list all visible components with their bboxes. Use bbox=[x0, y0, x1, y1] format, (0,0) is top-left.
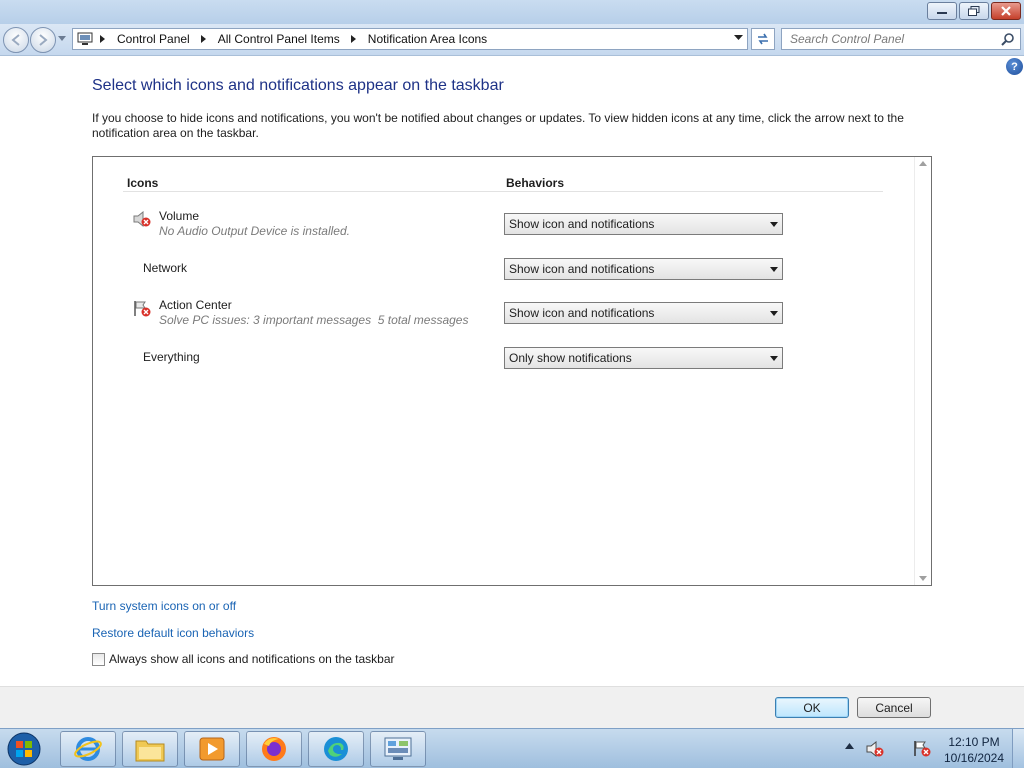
chevron-down-icon bbox=[770, 267, 778, 272]
minimize-icon bbox=[937, 12, 947, 14]
address-field[interactable]: Control Panel All Control Panel Items No… bbox=[72, 28, 748, 50]
control-panel-icon bbox=[77, 32, 93, 45]
clock-time: 12:10 PM bbox=[948, 735, 1000, 749]
restore-defaults-link[interactable]: Restore default icon behaviors bbox=[92, 626, 254, 640]
taskbar-edge[interactable] bbox=[308, 731, 364, 767]
icons-behaviors-list: Icons Behaviors Volume No Audio Output D… bbox=[92, 156, 932, 586]
minimize-button[interactable] bbox=[927, 2, 957, 20]
back-arrow-icon bbox=[11, 34, 20, 46]
search-icon[interactable] bbox=[1001, 33, 1014, 46]
recent-pages-dropdown-icon[interactable] bbox=[58, 36, 66, 42]
breadcrumb-notification-area[interactable]: Notification Area Icons bbox=[368, 32, 487, 46]
page-title: Select which icons and notifications app… bbox=[92, 77, 504, 94]
always-show-label[interactable]: Always show all icons and notifications … bbox=[109, 652, 395, 666]
ok-button[interactable]: OK bbox=[775, 697, 849, 718]
action-center-description: Solve PC issues: 3 important messages 5 … bbox=[159, 313, 469, 327]
restore-button[interactable] bbox=[959, 2, 989, 20]
volume-behavior-select[interactable]: Show icon and notifications bbox=[504, 213, 783, 235]
chevron-down-icon bbox=[770, 222, 778, 227]
address-dropdown-icon[interactable] bbox=[734, 35, 743, 41]
action-center-behavior-select[interactable]: Show icon and notifications bbox=[504, 302, 783, 324]
refresh-button[interactable] bbox=[751, 28, 775, 50]
intro-text: If you choose to hide icons and notifica… bbox=[92, 111, 904, 140]
close-icon bbox=[1001, 6, 1011, 16]
taskbar-file-explorer[interactable] bbox=[122, 731, 178, 767]
taskbar-clock[interactable]: 12:10 PM 10/16/2024 bbox=[938, 734, 1010, 766]
action-center-flag-icon bbox=[134, 301, 151, 317]
network-label: Network bbox=[143, 261, 188, 275]
chevron-down-icon bbox=[770, 356, 778, 361]
taskbar-internet-explorer[interactable] bbox=[60, 731, 116, 767]
clock-date: 10/16/2024 bbox=[943, 751, 1005, 765]
breadcrumb-separator-icon[interactable] bbox=[350, 34, 358, 44]
volume-description: No Audio Output Device is installed. bbox=[159, 224, 350, 238]
everything-label: Everything bbox=[143, 350, 200, 364]
file-explorer-icon bbox=[135, 740, 165, 762]
breadcrumb-all-items[interactable]: All Control Panel Items bbox=[218, 32, 340, 46]
breadcrumb-control-panel[interactable]: Control Panel bbox=[117, 32, 190, 46]
chevron-down-icon bbox=[770, 311, 778, 316]
vertical-scrollbar[interactable] bbox=[914, 157, 931, 585]
action-center-behavior-value: Show icon and notifications bbox=[509, 306, 655, 320]
volume-behavior-value: Show icon and notifications bbox=[509, 217, 655, 231]
tray-volume-muted-icon[interactable] bbox=[866, 741, 884, 757]
refresh-icon bbox=[758, 33, 768, 45]
search-input[interactable] bbox=[790, 32, 1000, 46]
address-toolbar: Control Panel All Control Panel Items No… bbox=[0, 24, 1024, 56]
always-show-option[interactable]: Always show all icons and notifications … bbox=[92, 652, 395, 666]
breadcrumb: Control Panel All Control Panel Items No… bbox=[117, 32, 487, 46]
start-button[interactable] bbox=[4, 732, 44, 766]
taskbar: 12:10 PM 10/16/2024 bbox=[0, 728, 1024, 768]
media-player-icon bbox=[199, 737, 225, 761]
everything-behavior-select[interactable]: Only show notifications bbox=[504, 347, 783, 369]
windows-start-icon bbox=[7, 732, 41, 766]
taskbar-control-panel[interactable] bbox=[370, 731, 426, 767]
header-divider bbox=[123, 191, 883, 192]
search-box[interactable] bbox=[781, 28, 1021, 50]
turn-system-icons-link[interactable]: Turn system icons on or off bbox=[92, 599, 236, 613]
help-button[interactable]: ? bbox=[1006, 58, 1023, 75]
volume-label: Volume bbox=[159, 209, 200, 223]
window-controls bbox=[927, 2, 1021, 20]
cancel-button[interactable]: Cancel bbox=[857, 697, 931, 718]
speaker-muted-icon bbox=[133, 211, 151, 227]
scroll-up-icon[interactable] bbox=[919, 161, 927, 166]
tray-action-center-icon[interactable] bbox=[913, 740, 931, 757]
everything-behavior-value: Only show notifications bbox=[509, 351, 632, 365]
internet-explorer-icon bbox=[74, 737, 102, 761]
network-behavior-select[interactable]: Show icon and notifications bbox=[504, 258, 783, 280]
help-icon: ? bbox=[1011, 60, 1018, 73]
forward-button[interactable] bbox=[30, 27, 56, 53]
behaviors-column-header: Behaviors bbox=[506, 176, 565, 190]
restore-icon bbox=[968, 6, 980, 16]
control-panel-icon bbox=[384, 737, 412, 760]
show-hidden-icons-icon[interactable] bbox=[845, 743, 854, 749]
edge-icon bbox=[324, 737, 348, 761]
icons-column-header: Icons bbox=[127, 176, 159, 190]
taskbar-media-player[interactable] bbox=[184, 731, 240, 767]
back-button[interactable] bbox=[3, 27, 29, 53]
forward-arrow-icon bbox=[39, 34, 48, 46]
title-bar bbox=[0, 0, 1024, 24]
breadcrumb-separator-icon bbox=[100, 35, 105, 43]
action-center-label: Action Center bbox=[159, 298, 232, 312]
breadcrumb-separator-icon[interactable] bbox=[200, 34, 208, 44]
dialog-footer: OK Cancel bbox=[0, 686, 1024, 728]
taskbar-firefox[interactable] bbox=[246, 731, 302, 767]
close-button[interactable] bbox=[991, 2, 1021, 20]
always-show-checkbox[interactable] bbox=[92, 652, 105, 666]
scroll-down-icon[interactable] bbox=[919, 576, 927, 581]
firefox-icon bbox=[262, 737, 286, 761]
network-behavior-value: Show icon and notifications bbox=[509, 262, 655, 276]
show-desktop-button[interactable] bbox=[1012, 729, 1024, 768]
